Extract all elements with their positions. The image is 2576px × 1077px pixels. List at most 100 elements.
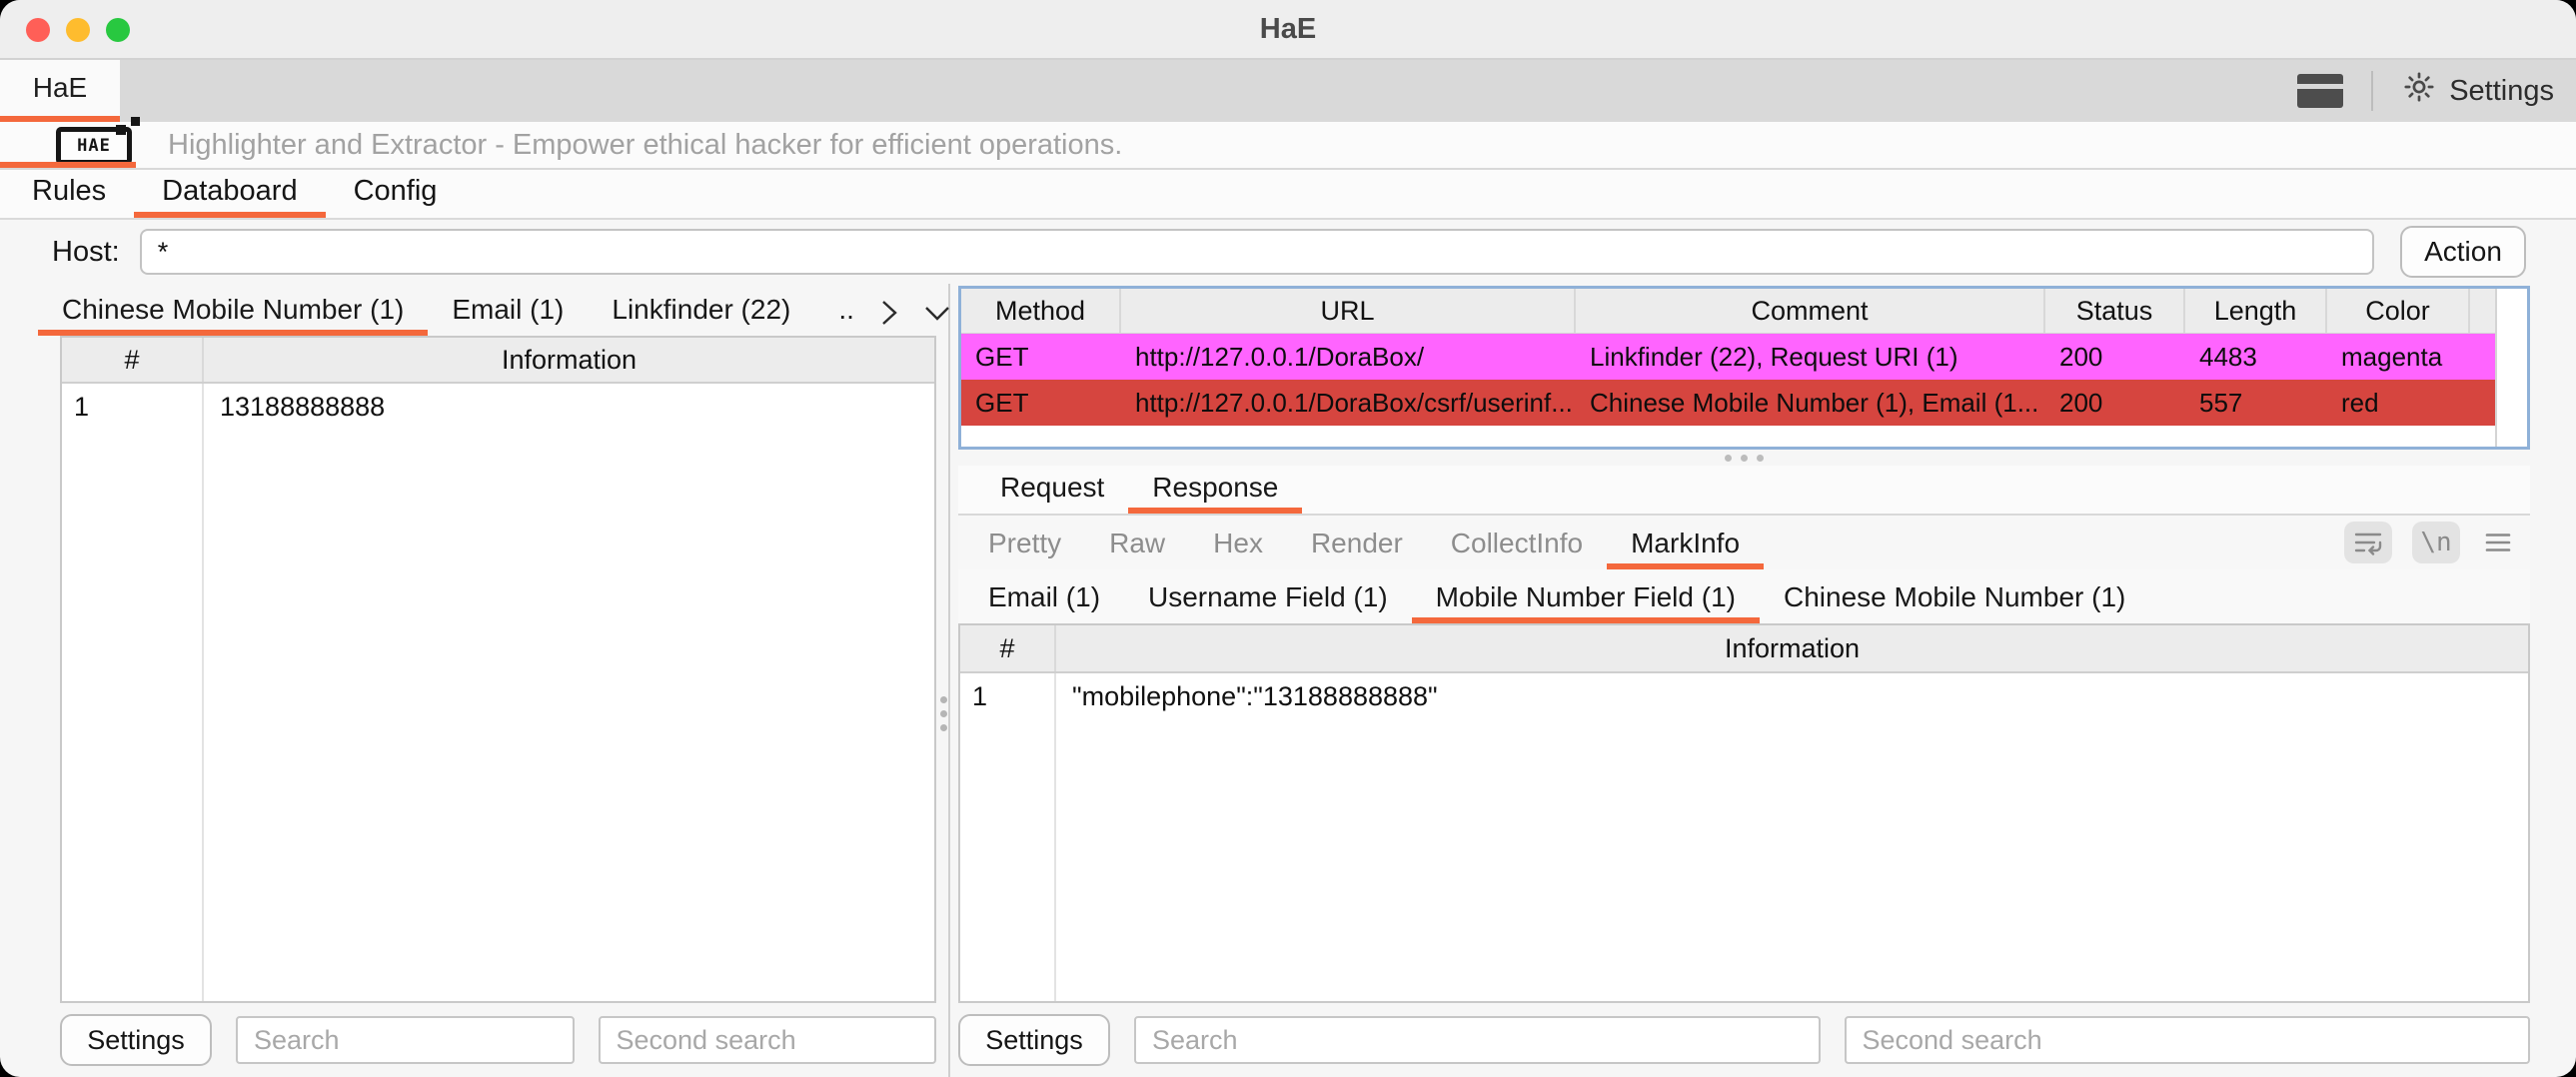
column-header-information[interactable]: Information bbox=[204, 338, 934, 382]
word-wrap-icon bbox=[2353, 530, 2383, 555]
column-header-index[interactable]: # bbox=[62, 338, 204, 382]
main-nav-tabs: Rules Databoard Config bbox=[0, 170, 2576, 220]
table-gridline bbox=[1054, 673, 1056, 1001]
column-header-method[interactable]: Method bbox=[961, 289, 1121, 333]
column-header-color[interactable]: Color bbox=[2327, 289, 2470, 333]
word-wrap-button[interactable] bbox=[2344, 522, 2392, 563]
view-menu-button[interactable] bbox=[2480, 522, 2516, 563]
row-information-cell: 13188888888 bbox=[204, 392, 385, 423]
left-second-search-input[interactable] bbox=[599, 1016, 937, 1064]
host-input[interactable] bbox=[140, 229, 2374, 275]
hae-window: HaE HaE Settings HAE bbox=[0, 0, 2576, 1077]
right-settings-button[interactable]: Settings bbox=[958, 1014, 1110, 1066]
requests-table: Method URL Comment Status Length Color G… bbox=[958, 286, 2530, 450]
left-panel-footer: Settings bbox=[0, 1003, 948, 1077]
tab-render[interactable]: Render bbox=[1287, 524, 1427, 569]
request-row-red[interactable]: GET http://127.0.0.1/DoraBox/csrf/userin… bbox=[961, 380, 2527, 426]
zoom-button[interactable] bbox=[106, 18, 130, 42]
horizontal-splitter[interactable] bbox=[958, 450, 2530, 466]
markinfo-results-table: # Information 1 "mobilephone":"131888888… bbox=[958, 623, 2530, 1003]
markinfo-category-tabs: Email (1) Username Field (1) Mobile Numb… bbox=[958, 569, 2530, 623]
databoard-right-panel: Method URL Comment Status Length Color G… bbox=[950, 284, 2576, 1077]
markinfo-table-header: # Information bbox=[960, 625, 2528, 673]
url-cell: http://127.0.0.1/DoraBox/ bbox=[1121, 342, 1576, 373]
tab-scroll-right-button[interactable] bbox=[878, 298, 900, 328]
request-row-magenta[interactable]: GET http://127.0.0.1/DoraBox/ Linkfinder… bbox=[961, 334, 2527, 380]
newline-toggle-button[interactable]: \n bbox=[2412, 522, 2460, 563]
toolbar-divider bbox=[2371, 71, 2373, 111]
tab-markinfo-mobile-number-field[interactable]: Mobile Number Field (1) bbox=[1412, 577, 1760, 623]
column-header-information[interactable]: Information bbox=[1056, 625, 2528, 671]
column-header-status[interactable]: Status bbox=[2045, 289, 2185, 333]
length-cell: 4483 bbox=[2185, 342, 2327, 373]
tab-databoard[interactable]: Databoard bbox=[134, 170, 325, 218]
right-second-search-input[interactable] bbox=[1845, 1016, 2531, 1064]
color-cell: red bbox=[2327, 388, 2470, 419]
app-tab-hae[interactable]: HaE bbox=[0, 60, 120, 122]
banner-accent-underline bbox=[0, 162, 136, 168]
tab-linkfinder[interactable]: Linkfinder (22) bbox=[588, 290, 814, 336]
minimize-button[interactable] bbox=[66, 18, 90, 42]
table-row[interactable]: 1 13188888888 bbox=[62, 384, 934, 430]
hae-logo-text: HAE bbox=[77, 136, 111, 156]
tab-markinfo-chinese-mobile-number[interactable]: Chinese Mobile Number (1) bbox=[1760, 577, 2149, 623]
tab-chinese-mobile-number[interactable]: Chinese Mobile Number (1) bbox=[38, 290, 428, 336]
tab-collectinfo[interactable]: CollectInfo bbox=[1427, 524, 1607, 569]
length-cell: 557 bbox=[2185, 388, 2327, 419]
hae-logo: HAE bbox=[56, 123, 142, 167]
extract-results-table: # Information 1 13188888888 bbox=[60, 336, 936, 1003]
vertical-splitter-grip[interactable] bbox=[940, 696, 947, 731]
tab-overflow-dots[interactable]: .. bbox=[814, 290, 878, 336]
left-search-input[interactable] bbox=[236, 1016, 575, 1064]
color-cell: magenta bbox=[2327, 342, 2470, 373]
layout-icon[interactable] bbox=[2297, 74, 2343, 108]
settings-label: Settings bbox=[2449, 75, 2554, 108]
column-header-url[interactable]: URL bbox=[1121, 289, 1576, 333]
tab-pretty[interactable]: Pretty bbox=[964, 524, 1085, 569]
tab-config[interactable]: Config bbox=[326, 170, 466, 218]
row-index-cell: 1 bbox=[960, 681, 1056, 712]
tab-list-dropdown-button[interactable] bbox=[922, 303, 952, 323]
tab-response[interactable]: Response bbox=[1128, 468, 1302, 514]
table-gridline bbox=[202, 384, 204, 1001]
extract-table-body: 1 13188888888 bbox=[62, 384, 934, 1001]
hae-logo-pixel bbox=[131, 117, 140, 126]
newline-icon: \n bbox=[2420, 528, 2451, 557]
column-header-index[interactable]: # bbox=[960, 625, 1056, 671]
extract-type-tabs: Chinese Mobile Number (1) Email (1) Link… bbox=[0, 284, 948, 336]
close-button[interactable] bbox=[26, 18, 50, 42]
tab-markinfo-username-field[interactable]: Username Field (1) bbox=[1124, 577, 1412, 623]
databoard-left-panel: Chinese Mobile Number (1) Email (1) Link… bbox=[0, 284, 950, 1077]
left-settings-button[interactable]: Settings bbox=[60, 1014, 212, 1066]
tab-request[interactable]: Request bbox=[976, 468, 1128, 514]
right-search-input[interactable] bbox=[1134, 1016, 1821, 1064]
main-split: Chinese Mobile Number (1) Email (1) Link… bbox=[0, 284, 2576, 1077]
layout-icon-bottom-bar bbox=[2297, 89, 2343, 108]
tab-hex[interactable]: Hex bbox=[1189, 524, 1287, 569]
view-option-icons: \n bbox=[2344, 522, 2516, 563]
column-header-comment[interactable]: Comment bbox=[1576, 289, 2045, 333]
tab-markinfo-email[interactable]: Email (1) bbox=[964, 577, 1124, 623]
banner-subtitle: Highlighter and Extractor - Empower ethi… bbox=[168, 129, 1122, 162]
host-label: Host: bbox=[52, 236, 120, 269]
method-cell: GET bbox=[961, 342, 1121, 373]
tab-raw[interactable]: Raw bbox=[1085, 524, 1189, 569]
column-header-length[interactable]: Length bbox=[2185, 289, 2327, 333]
layout-icon-top-bar bbox=[2297, 74, 2343, 84]
url-cell: http://127.0.0.1/DoraBox/csrf/userinf... bbox=[1121, 388, 1576, 419]
titlebar: HaE bbox=[0, 0, 2576, 60]
tab-markinfo[interactable]: MarkInfo bbox=[1607, 524, 1764, 569]
comment-cell: Linkfinder (22), Request URI (1) bbox=[1576, 342, 2045, 373]
hamburger-menu-icon bbox=[2484, 531, 2512, 554]
action-button[interactable]: Action bbox=[2400, 226, 2526, 278]
tab-rules[interactable]: Rules bbox=[4, 170, 134, 218]
markinfo-table-body: 1 "mobilephone":"13188888888" bbox=[960, 673, 2528, 1001]
extract-table-header: # Information bbox=[62, 338, 934, 384]
settings-button[interactable]: Settings bbox=[2401, 69, 2554, 113]
app-tab-bar: HaE Settings bbox=[0, 60, 2576, 122]
chevron-down-icon bbox=[922, 303, 952, 323]
table-row[interactable]: 1 "mobilephone":"13188888888" bbox=[960, 673, 2528, 719]
requests-table-scrollbar-track[interactable] bbox=[2495, 289, 2527, 447]
traffic-lights bbox=[26, 18, 130, 42]
tab-email[interactable]: Email (1) bbox=[428, 290, 588, 336]
